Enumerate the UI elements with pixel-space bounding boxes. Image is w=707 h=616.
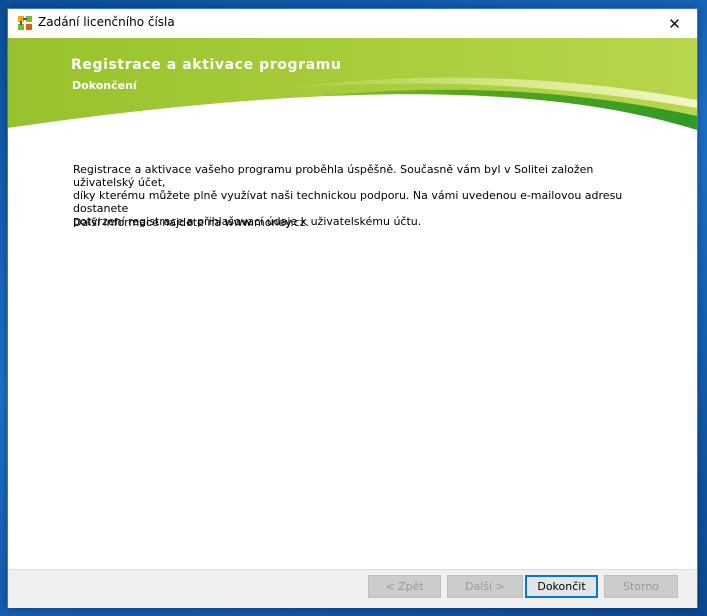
cancel-button[interactable]: Storno	[604, 575, 678, 598]
message-line-2: díky kterému můžete plně využívat naši t…	[73, 189, 623, 215]
close-button[interactable]: ✕	[652, 9, 697, 38]
header-banner: Registrace a aktivace programu Dokončení	[8, 38, 697, 142]
info-line: Další informace najdete na www.money.cz.	[73, 216, 310, 229]
content-area: Registrace a aktivace vašeho programu pr…	[8, 142, 697, 569]
close-icon: ✕	[668, 14, 681, 33]
banner-title: Registrace a aktivace programu	[71, 57, 342, 73]
desktop-background: Zadání licenčního čísla ✕ Registrace a a…	[0, 0, 707, 616]
next-button[interactable]: Další >	[447, 575, 523, 598]
message-line-1: Registrace a aktivace vašeho programu pr…	[73, 163, 594, 189]
info-message: Další informace najdete na www.money.cz.	[73, 216, 633, 229]
banner-subtitle: Dokončení	[72, 79, 137, 92]
title-bar: Zadání licenčního čísla ✕	[8, 9, 697, 38]
license-dialog-window: Zadání licenčního čísla ✕ Registrace a a…	[7, 8, 698, 608]
window-title: Zadání licenčního čísla	[38, 15, 175, 29]
finish-button[interactable]: Dokončit	[525, 575, 598, 598]
back-button[interactable]: < Zpět	[368, 575, 441, 598]
app-icon	[17, 15, 33, 31]
